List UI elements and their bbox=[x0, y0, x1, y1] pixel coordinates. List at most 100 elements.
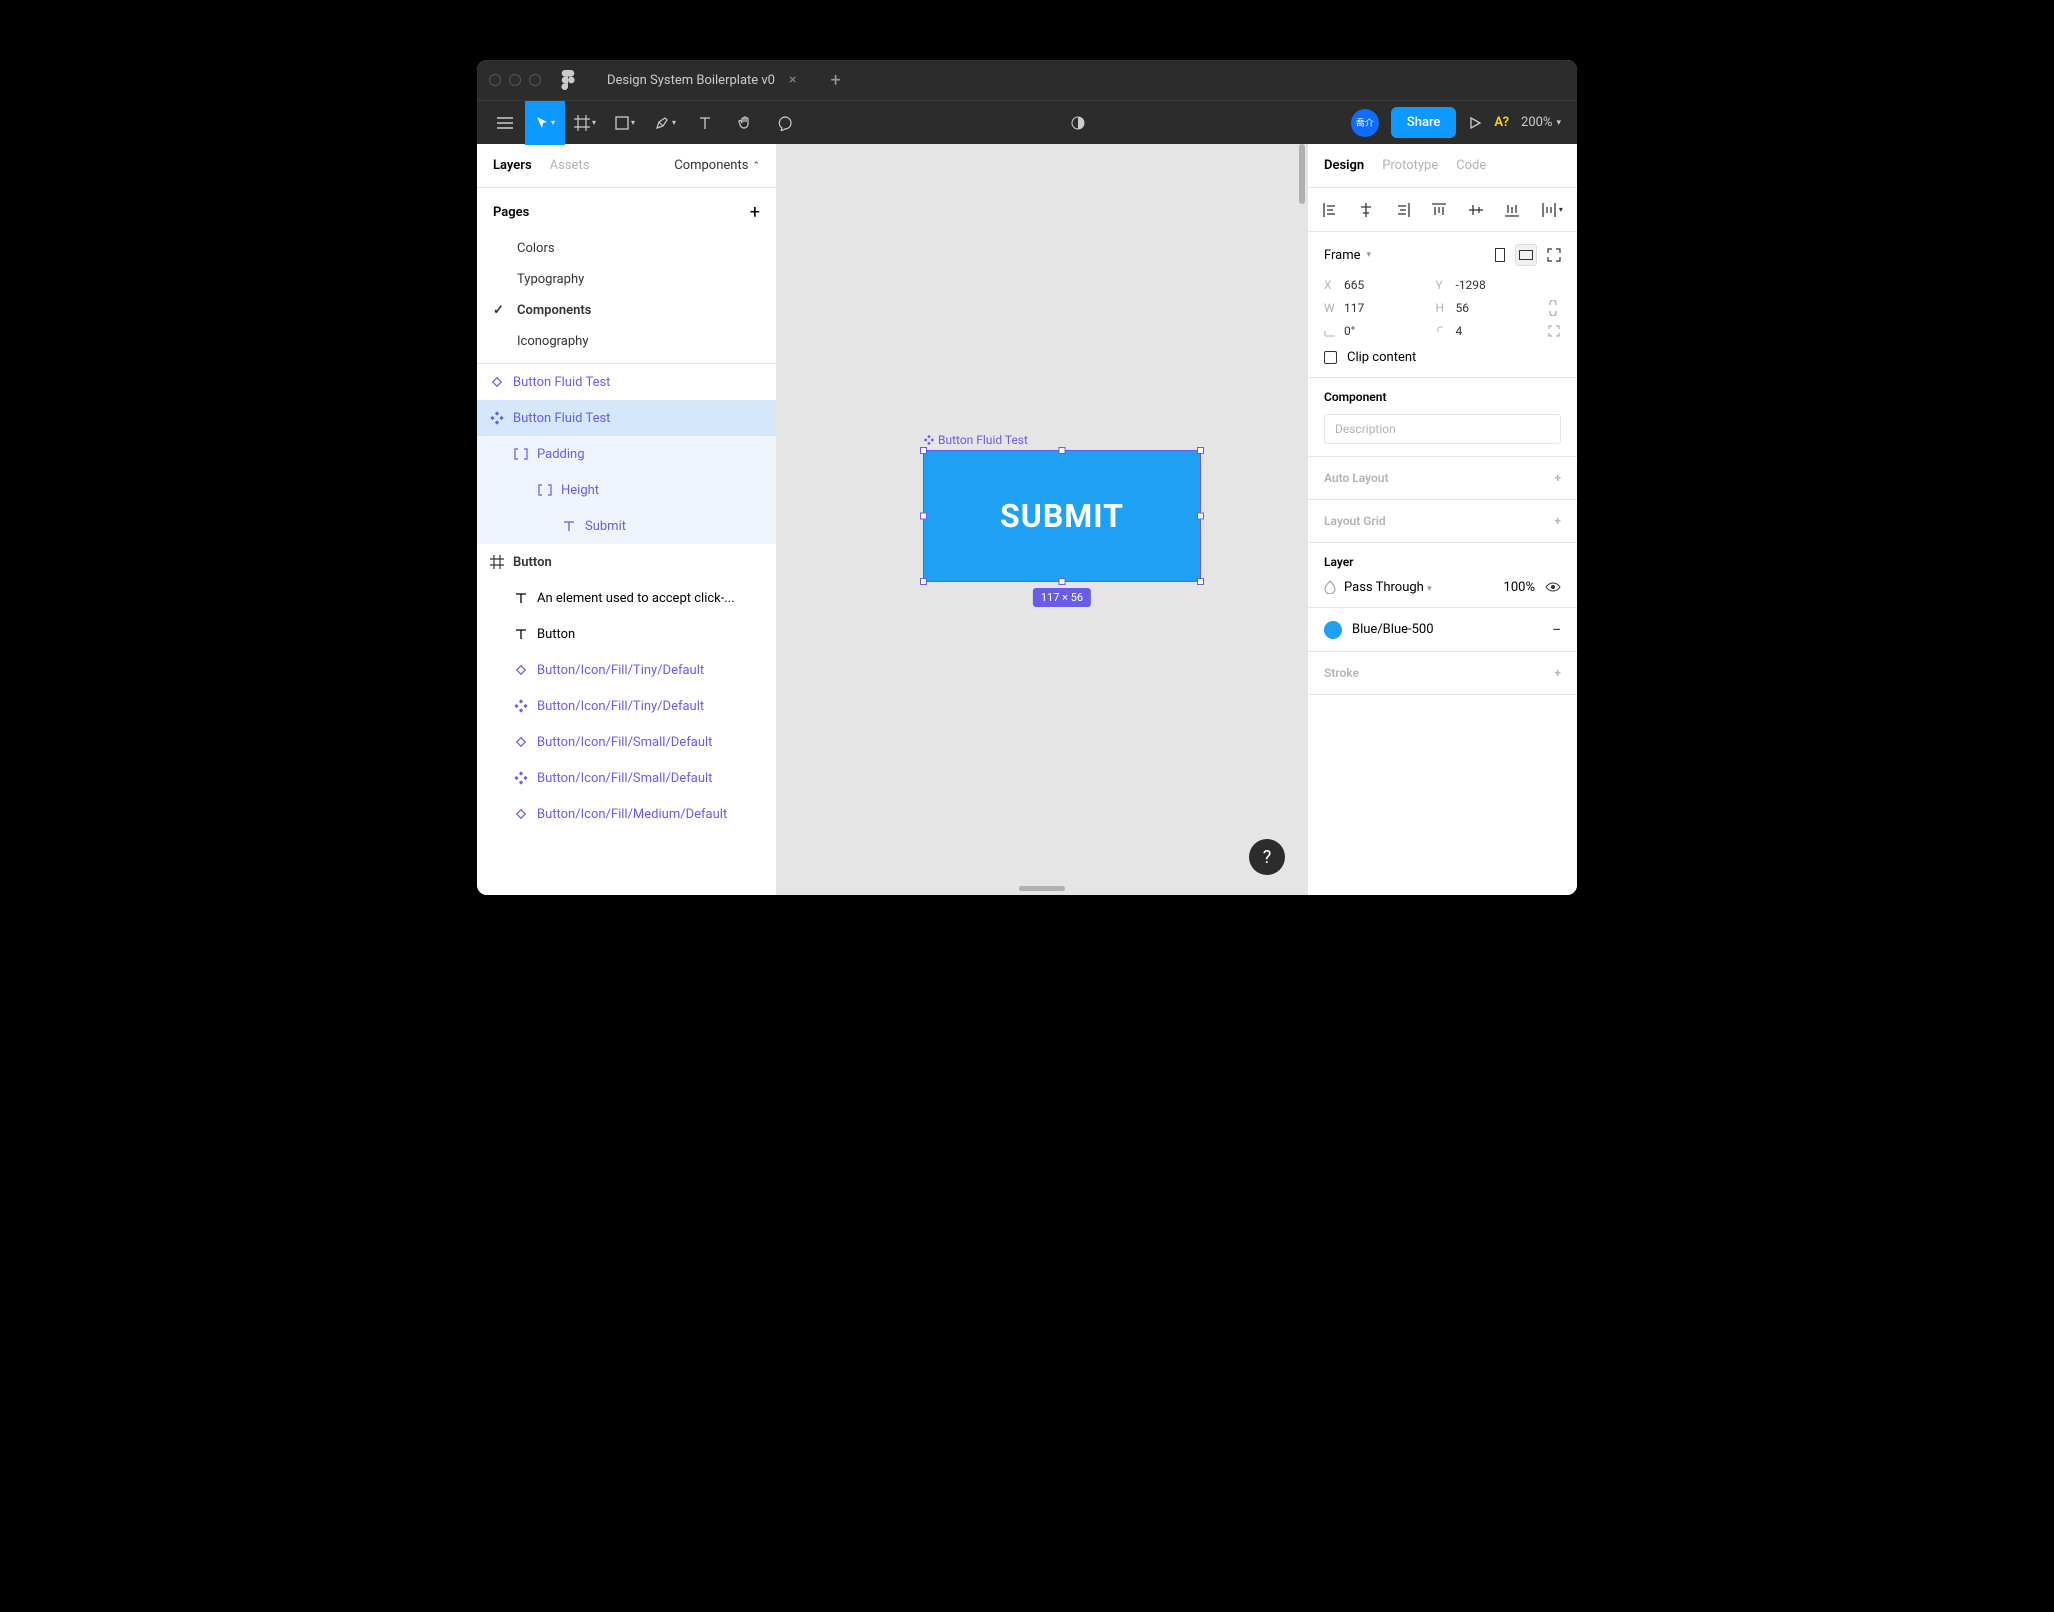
traffic-lights bbox=[489, 74, 541, 86]
present-icon[interactable] bbox=[1468, 116, 1482, 130]
auto-layout-section[interactable]: Auto Layout + bbox=[1308, 457, 1577, 500]
scrollbar-horizontal[interactable] bbox=[1019, 886, 1065, 891]
scrollbar-vertical[interactable] bbox=[1299, 144, 1305, 204]
page-item[interactable]: ✓Components bbox=[477, 295, 776, 326]
blend-mode-select[interactable]: Pass Through ▾ bbox=[1344, 580, 1432, 595]
share-button[interactable]: Share bbox=[1391, 107, 1457, 138]
hand-tool[interactable] bbox=[725, 101, 765, 145]
align-hcenter-icon[interactable] bbox=[1358, 202, 1374, 218]
resize-handle[interactable] bbox=[1197, 447, 1204, 454]
align-left-icon[interactable] bbox=[1322, 202, 1338, 218]
layer-row[interactable]: Button/Icon/Fill/Tiny/Default bbox=[477, 688, 776, 724]
minimize-window[interactable] bbox=[509, 74, 521, 86]
canvas-frame-label[interactable]: Button Fluid Test bbox=[924, 433, 1028, 447]
add-stroke-icon[interactable]: + bbox=[1554, 666, 1561, 680]
page-item[interactable]: Typography bbox=[477, 264, 776, 295]
component-description-input[interactable]: Description bbox=[1324, 414, 1561, 444]
user-avatar[interactable]: 喬介 bbox=[1351, 109, 1379, 137]
tab-code[interactable]: Code bbox=[1456, 158, 1486, 173]
pages-dropdown[interactable]: Components⌃ bbox=[674, 158, 760, 173]
landscape-orientation[interactable] bbox=[1515, 244, 1537, 266]
layer-row[interactable]: Height bbox=[477, 472, 776, 508]
shape-tool[interactable]: ▾ bbox=[605, 101, 645, 145]
fill-style-name: Blue/Blue-500 bbox=[1352, 622, 1434, 637]
tab-prototype[interactable]: Prototype bbox=[1382, 158, 1438, 173]
comment-tool[interactable] bbox=[765, 101, 805, 145]
layout-grid-section[interactable]: Layout Grid + bbox=[1308, 500, 1577, 543]
layer-row[interactable]: Padding bbox=[477, 436, 776, 472]
layer-row[interactable]: Button Fluid Test bbox=[477, 364, 776, 400]
diamond-icon bbox=[489, 374, 505, 390]
detach-style-icon[interactable]: − bbox=[1552, 620, 1561, 639]
height-value[interactable]: 56 bbox=[1456, 301, 1470, 315]
layer-row[interactable]: Button Fluid Test bbox=[477, 400, 776, 436]
independent-corners-icon[interactable] bbox=[1547, 324, 1561, 338]
component-icon bbox=[924, 435, 934, 445]
pen-tool[interactable]: ▾ bbox=[645, 101, 685, 145]
resize-handle[interactable] bbox=[1197, 578, 1204, 585]
portrait-orientation[interactable] bbox=[1489, 244, 1511, 266]
clip-content-checkbox[interactable] bbox=[1324, 351, 1337, 364]
file-tab[interactable]: Design System Boilerplate v0 × bbox=[589, 60, 814, 100]
layer-row[interactable]: Button/Icon/Fill/Small/Default bbox=[477, 724, 776, 760]
align-vcenter-icon[interactable] bbox=[1468, 202, 1484, 218]
resize-to-fit-icon[interactable] bbox=[1547, 248, 1561, 262]
resize-handle[interactable] bbox=[920, 447, 927, 454]
stroke-section[interactable]: Stroke + bbox=[1308, 652, 1577, 695]
canvas[interactable]: Button Fluid Test SUBMIT 117 × 56 ? bbox=[777, 144, 1307, 895]
y-value[interactable]: -1298 bbox=[1456, 278, 1486, 292]
x-value[interactable]: 665 bbox=[1344, 278, 1364, 292]
layer-row[interactable]: Button/Icon/Fill/Small/Default bbox=[477, 760, 776, 796]
resize-handle[interactable] bbox=[1197, 513, 1204, 520]
resize-handle[interactable] bbox=[920, 513, 927, 520]
tab-layers[interactable]: Layers bbox=[493, 158, 532, 173]
frame-type-select[interactable]: Frame▾ bbox=[1324, 248, 1371, 263]
add-tab-icon[interactable]: + bbox=[814, 70, 856, 91]
rotation-value[interactable]: 0° bbox=[1344, 324, 1355, 338]
layer-row[interactable]: Button/Icon/Fill/Tiny/Default bbox=[477, 652, 776, 688]
align-top-icon[interactable] bbox=[1431, 202, 1447, 218]
page-item[interactable]: Colors bbox=[477, 233, 776, 264]
menu-icon[interactable] bbox=[485, 101, 525, 145]
tab-assets[interactable]: Assets bbox=[550, 158, 590, 173]
missing-fonts-indicator[interactable]: A? bbox=[1494, 115, 1509, 130]
resize-handle[interactable] bbox=[920, 578, 927, 585]
move-tool[interactable]: ▾ bbox=[525, 101, 565, 145]
layer-row[interactable]: Button bbox=[477, 616, 776, 652]
add-auto-layout-icon[interactable]: + bbox=[1554, 471, 1561, 485]
tab-title: Design System Boilerplate v0 bbox=[607, 73, 775, 88]
tab-design[interactable]: Design bbox=[1324, 158, 1364, 173]
layer-row[interactable]: Submit bbox=[477, 508, 776, 544]
selected-component-frame[interactable]: SUBMIT 117 × 56 bbox=[923, 450, 1201, 582]
right-panel: Design Prototype Code ▾ Frame▾ bbox=[1307, 144, 1577, 895]
align-right-icon[interactable] bbox=[1395, 202, 1411, 218]
maximize-window[interactable] bbox=[529, 74, 541, 86]
theme-icon[interactable] bbox=[1058, 101, 1098, 145]
frame-tool[interactable]: ▾ bbox=[565, 101, 605, 145]
layer-row[interactable]: An element used to accept click-... bbox=[477, 580, 776, 616]
opacity-value[interactable]: 100% bbox=[1504, 580, 1535, 595]
layer-row[interactable]: Button/Icon/Fill/Medium/Default bbox=[477, 796, 776, 832]
radius-value[interactable]: 4 bbox=[1456, 324, 1463, 338]
fill-swatch[interactable] bbox=[1324, 621, 1342, 639]
help-button[interactable]: ? bbox=[1249, 839, 1285, 875]
add-page-icon[interactable]: + bbox=[750, 202, 760, 223]
constrain-proportions-icon[interactable] bbox=[1547, 300, 1559, 316]
fill-row[interactable]: Blue/Blue-500 − bbox=[1308, 608, 1577, 652]
resize-handle[interactable] bbox=[1059, 447, 1066, 454]
visibility-icon[interactable] bbox=[1545, 579, 1561, 595]
distribute-icon[interactable]: ▾ bbox=[1541, 202, 1563, 218]
close-tab-icon[interactable]: × bbox=[789, 72, 796, 88]
add-layout-grid-icon[interactable]: + bbox=[1554, 514, 1561, 528]
close-window[interactable] bbox=[489, 74, 501, 86]
page-item[interactable]: Iconography bbox=[477, 326, 776, 357]
width-value[interactable]: 117 bbox=[1344, 301, 1364, 315]
zoom-level[interactable]: 200%▾ bbox=[1521, 115, 1561, 130]
resize-handle[interactable] bbox=[1059, 578, 1066, 585]
layer-row[interactable]: Button bbox=[477, 544, 776, 580]
diamond-icon bbox=[513, 806, 529, 822]
align-bottom-icon[interactable] bbox=[1504, 202, 1520, 218]
brackets-icon bbox=[537, 482, 553, 498]
text-tool[interactable] bbox=[685, 101, 725, 145]
figma-logo-icon[interactable] bbox=[561, 70, 575, 90]
